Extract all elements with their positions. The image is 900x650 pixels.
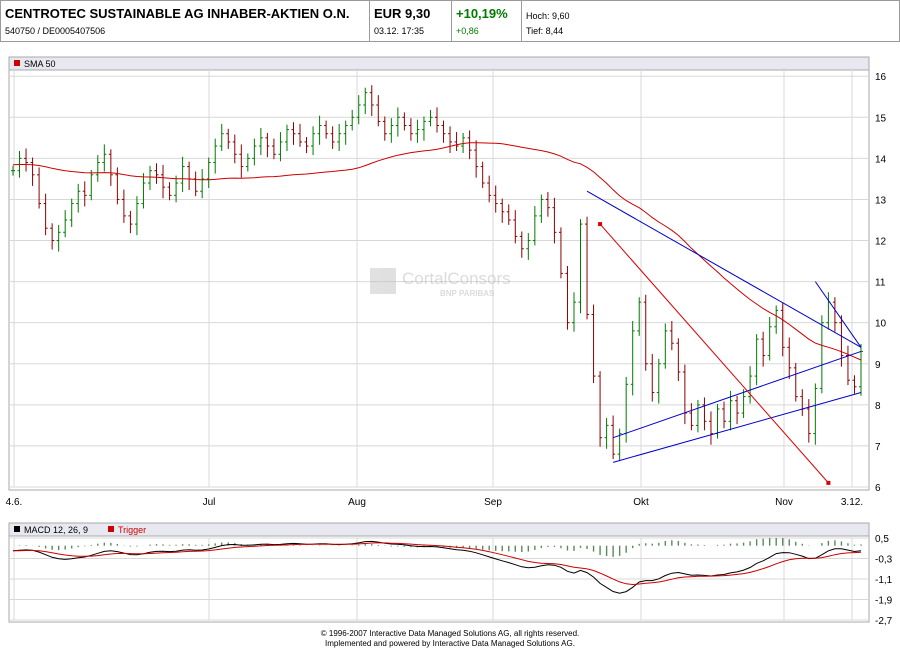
trigger-legend-label: Trigger xyxy=(118,525,146,535)
price-y-tick-label: 13 xyxy=(875,195,887,206)
price-x-tick-label: Aug xyxy=(348,497,366,508)
price-y-tick-label: 15 xyxy=(875,113,887,124)
sma-legend-label: SMA 50 xyxy=(24,59,56,69)
macd-y-tick-label: -1,1 xyxy=(875,575,893,586)
price-x-tick-label: Nov xyxy=(775,497,793,508)
price-y-tick-label: 12 xyxy=(875,237,887,248)
change-absolute: +0,86 xyxy=(456,26,479,36)
price-x-tick-label: Sep xyxy=(484,497,502,508)
security-ids: 540750 / DE0005407506 xyxy=(5,26,106,36)
powered-by-line: Implemented and powered by Interactive D… xyxy=(325,639,575,648)
legend-band xyxy=(8,56,870,71)
price-y-tick-label: 11 xyxy=(875,278,886,289)
price-y-tick-label: 7 xyxy=(875,442,881,453)
macd-legend-label: MACD 12, 26, 9 xyxy=(24,525,88,535)
security-name-panel: CENTROTEC SUSTAINABLE AG INHABER-AKTIEN … xyxy=(0,0,370,42)
macd-y-tick-label: -1,9 xyxy=(875,596,893,607)
price-y-axis: 6 7 8 9 10 11 12 13 14 15 16 xyxy=(875,72,887,494)
macd-y-tick-label: -0,3 xyxy=(875,555,893,566)
security-name: CENTROTEC SUSTAINABLE AG INHABER-AKTIEN … xyxy=(5,6,350,21)
change-percent: +10,19% xyxy=(456,6,508,21)
change-panel: +10,19% +0,86 xyxy=(452,0,522,42)
price-chart: CortalConsors BNP PARIBAS 6 7 8 9 10 11 12 13 14… xyxy=(6,56,887,508)
trigger-legend-icon xyxy=(108,526,114,532)
price-y-tick-label: 16 xyxy=(875,72,887,83)
price-x-tick-label: 4.6. xyxy=(6,497,23,508)
day-low: Tief: 8,44 xyxy=(526,26,564,36)
trend-anchor-point xyxy=(826,480,831,485)
macd-y-tick-label: 0,5 xyxy=(875,534,889,545)
price-y-tick-label: 8 xyxy=(875,401,881,412)
watermark: CortalConsors BNP PARIBAS xyxy=(370,268,511,298)
price-datetime: 03.12. 17:35 xyxy=(374,26,425,36)
trend-anchor-point xyxy=(598,222,603,227)
price-y-tick-label: 14 xyxy=(875,154,887,165)
copyright-line: © 1996-2007 Interactive Data Managed Sol… xyxy=(320,629,580,638)
price-y-tick-label: 10 xyxy=(875,319,887,330)
macd-y-axis: 0,5 -0,3 -1,1 -1,9 -2,7 xyxy=(875,534,893,627)
day-range-panel: Hoch: 9,60 Tief: 8,44 xyxy=(522,0,900,42)
price-y-tick-label: 6 xyxy=(875,483,881,494)
price-panel: EUR 9,30 03.12. 17:35 xyxy=(370,0,452,42)
watermark-brand: CortalConsors xyxy=(402,269,511,288)
price-x-tick-label: Jul xyxy=(203,497,216,508)
last-price: EUR 9,30 xyxy=(374,6,431,21)
watermark-sub: BNP PARIBAS xyxy=(440,289,495,298)
sma-legend-icon xyxy=(14,60,20,66)
macd-y-tick-label: -2,7 xyxy=(875,616,893,627)
watermark-logo-icon xyxy=(370,268,396,294)
price-x-axis: 4.6. Jul Aug Sep Okt Nov 3.12. xyxy=(6,497,863,508)
price-y-tick-label: 9 xyxy=(875,360,881,371)
macd-legend-icon xyxy=(14,526,20,532)
macd-chart: 0,5 -0,3 -1,1 -1,9 -2,7 MACD 12, 26, 9 Trigg… xyxy=(8,522,893,627)
day-high: Hoch: 9,60 xyxy=(526,11,570,21)
price-x-tick-label: 3.12. xyxy=(841,497,863,508)
price-x-tick-label: Okt xyxy=(633,497,649,508)
